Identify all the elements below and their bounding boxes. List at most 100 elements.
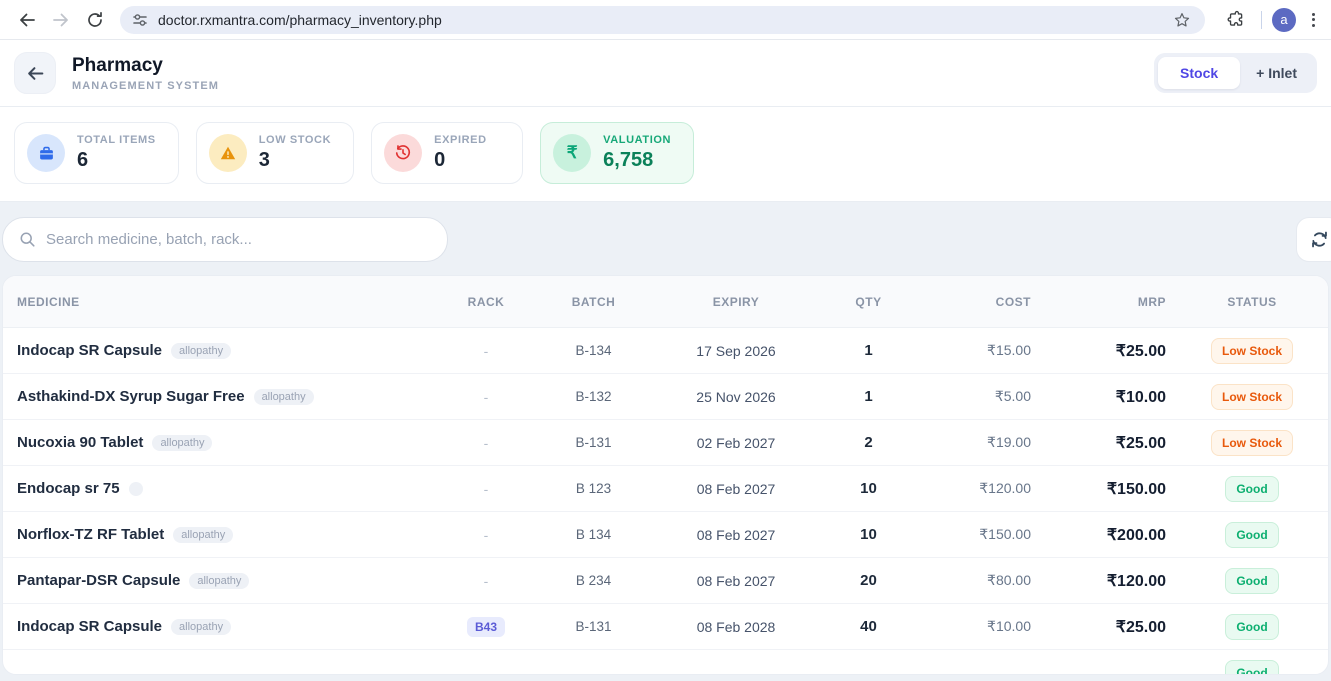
rupee-icon: ₹: [553, 134, 591, 172]
cost-cell: ₹19.00: [916, 434, 1041, 451]
medicine-name: Endocap sr 75: [17, 480, 120, 497]
stat-label: TOTAL ITEMS: [77, 134, 156, 146]
rack-badge: B43: [467, 617, 505, 637]
medicine-type-badge: allopathy: [171, 343, 231, 359]
qty-cell: 10: [821, 526, 916, 543]
cost-cell: ₹10.00: [916, 618, 1041, 635]
batch-cell: B-131: [536, 619, 651, 634]
refresh-button[interactable]: [1296, 217, 1331, 262]
column-header-cost: COST: [916, 295, 1041, 309]
stat-card-expired: EXPIRED 0: [371, 122, 523, 184]
inlet-tab[interactable]: + Inlet: [1240, 57, 1313, 89]
profile-avatar[interactable]: a: [1272, 8, 1296, 32]
table-row[interactable]: Asthakind-DX Syrup Sugar Freeallopathy -…: [3, 374, 1328, 420]
stat-value: 6: [77, 149, 156, 172]
address-bar[interactable]: doctor.rxmantra.com/pharmacy_inventory.p…: [120, 6, 1205, 34]
refresh-icon: [1310, 230, 1329, 249]
medicine-name: Pantapar-DSR Capsule: [17, 572, 180, 589]
site-info-icon[interactable]: [132, 12, 148, 28]
column-header-mrp: MRP: [1041, 295, 1176, 309]
url-text[interactable]: doctor.rxmantra.com/pharmacy_inventory.p…: [158, 12, 1169, 28]
medicine-type-badge: allopathy: [189, 573, 249, 589]
stat-label: VALUATION: [603, 134, 671, 146]
stat-value: 0: [434, 149, 487, 172]
table-row[interactable]: Nucoxia 90 Tabletallopathy - B-131 02 Fe…: [3, 420, 1328, 466]
inventory-table: MEDICINE RACK BATCH EXPIRY QTY COST MRP …: [2, 275, 1329, 675]
search-input[interactable]: [46, 231, 433, 248]
table-row[interactable]: Indocap SR Capsule allopathy B43 B-131 08…: [3, 604, 1328, 650]
mrp-cell: ₹10.00: [1041, 387, 1176, 407]
qty-cell: 40: [821, 618, 916, 635]
column-header-expiry: EXPIRY: [651, 295, 821, 309]
extensions-icon[interactable]: [1217, 3, 1251, 37]
mrp-cell: ₹120.00: [1041, 571, 1176, 591]
qty-cell: 20: [821, 572, 916, 589]
table-row[interactable]: Pantapar-DSR Capsuleallopathy - B 234 08…: [3, 558, 1328, 604]
mrp-cell: ₹25.00: [1041, 617, 1176, 637]
back-button[interactable]: [14, 52, 56, 94]
table-row[interactable]: Norflox-TZ RF Tabletallopathy - B 134 08…: [3, 512, 1328, 558]
back-arrow-icon: [26, 64, 45, 83]
app-header: Pharmacy MANAGEMENT SYSTEM Stock + Inlet: [0, 40, 1331, 107]
batch-cell: B-134: [536, 343, 651, 358]
stat-value: 3: [259, 149, 331, 172]
column-header-qty: QTY: [821, 295, 916, 309]
column-header-medicine: MEDICINE: [3, 295, 436, 309]
medicine-name: Nucoxia 90 Tablet: [17, 434, 143, 451]
medicine-name: Indocap SR Capsule: [17, 618, 162, 635]
medicine-name: Norflox-TZ RF Tablet: [17, 526, 164, 543]
expiry-cell: 25 Nov 2026: [651, 389, 821, 405]
expiry-cell: 17 Sep 2026: [651, 343, 821, 359]
status-badge: Good: [1225, 522, 1278, 548]
medicine-name: Indocap SR Capsule: [17, 342, 162, 359]
history-icon: [384, 134, 422, 172]
browser-menu-icon[interactable]: [1306, 7, 1321, 33]
mrp-cell: ₹25.00: [1041, 341, 1176, 361]
rack-cell: -: [436, 481, 536, 497]
stat-card-low-stock: LOW STOCK 3: [196, 122, 354, 184]
qty-cell: 1: [821, 388, 916, 405]
search-icon: [19, 231, 36, 248]
stat-card-total-items: TOTAL ITEMS 6: [14, 122, 179, 184]
search-box[interactable]: [2, 217, 448, 262]
browser-reload-icon[interactable]: [78, 3, 112, 37]
page-title: Pharmacy: [72, 55, 219, 77]
cost-cell: ₹120.00: [916, 480, 1041, 497]
rack-cell: -: [436, 527, 536, 543]
table-row[interactable]: Indocap SR Capsuleallopathy - B-134 17 S…: [3, 328, 1328, 374]
browser-toolbar: doctor.rxmantra.com/pharmacy_inventory.p…: [0, 0, 1331, 40]
stat-label: EXPIRED: [434, 134, 487, 146]
cost-cell: ₹150.00: [916, 526, 1041, 543]
main-content: MEDICINE RACK BATCH EXPIRY QTY COST MRP …: [0, 202, 1331, 675]
rack-cell: -: [436, 389, 536, 405]
batch-cell: B-131: [536, 435, 651, 450]
cost-cell: ₹5.00: [916, 388, 1041, 405]
rack-cell: -: [436, 435, 536, 451]
table-row[interactable]: Endocap sr 75 - B 123 08 Feb 2027 10 ₹12…: [3, 466, 1328, 512]
qty-cell: 1: [821, 342, 916, 359]
medicine-type-badge: allopathy: [171, 619, 231, 635]
mrp-cell: ₹25.00: [1041, 433, 1176, 453]
medicine-type-badge: allopathy: [152, 435, 212, 451]
stat-value: 6,758: [603, 149, 671, 172]
expiry-cell: 08 Feb 2028: [651, 619, 821, 635]
medicine-type-badge: [129, 482, 143, 496]
browser-forward-icon[interactable]: [44, 3, 78, 37]
batch-cell: B-132: [536, 389, 651, 404]
page-subtitle: MANAGEMENT SYSTEM: [72, 80, 219, 92]
status-badge: Good: [1225, 614, 1278, 640]
rack-cell: B43: [436, 617, 536, 637]
column-header-rack: RACK: [436, 295, 536, 309]
expiry-cell: 08 Feb 2027: [651, 527, 821, 543]
qty-cell: 10: [821, 480, 916, 497]
bookmark-star-icon[interactable]: [1169, 7, 1195, 33]
browser-back-icon[interactable]: [10, 3, 44, 37]
stats-row: TOTAL ITEMS 6 LOW STOCK 3 EXPIRED 0 ₹ VA…: [0, 107, 1331, 202]
column-header-status: STATUS: [1176, 295, 1328, 309]
rack-cell: -: [436, 573, 536, 589]
batch-cell: B 134: [536, 527, 651, 542]
stock-tab[interactable]: Stock: [1158, 57, 1240, 89]
table-row-partial[interactable]: Good: [3, 650, 1328, 675]
warning-icon: [209, 134, 247, 172]
stat-label: LOW STOCK: [259, 134, 331, 146]
